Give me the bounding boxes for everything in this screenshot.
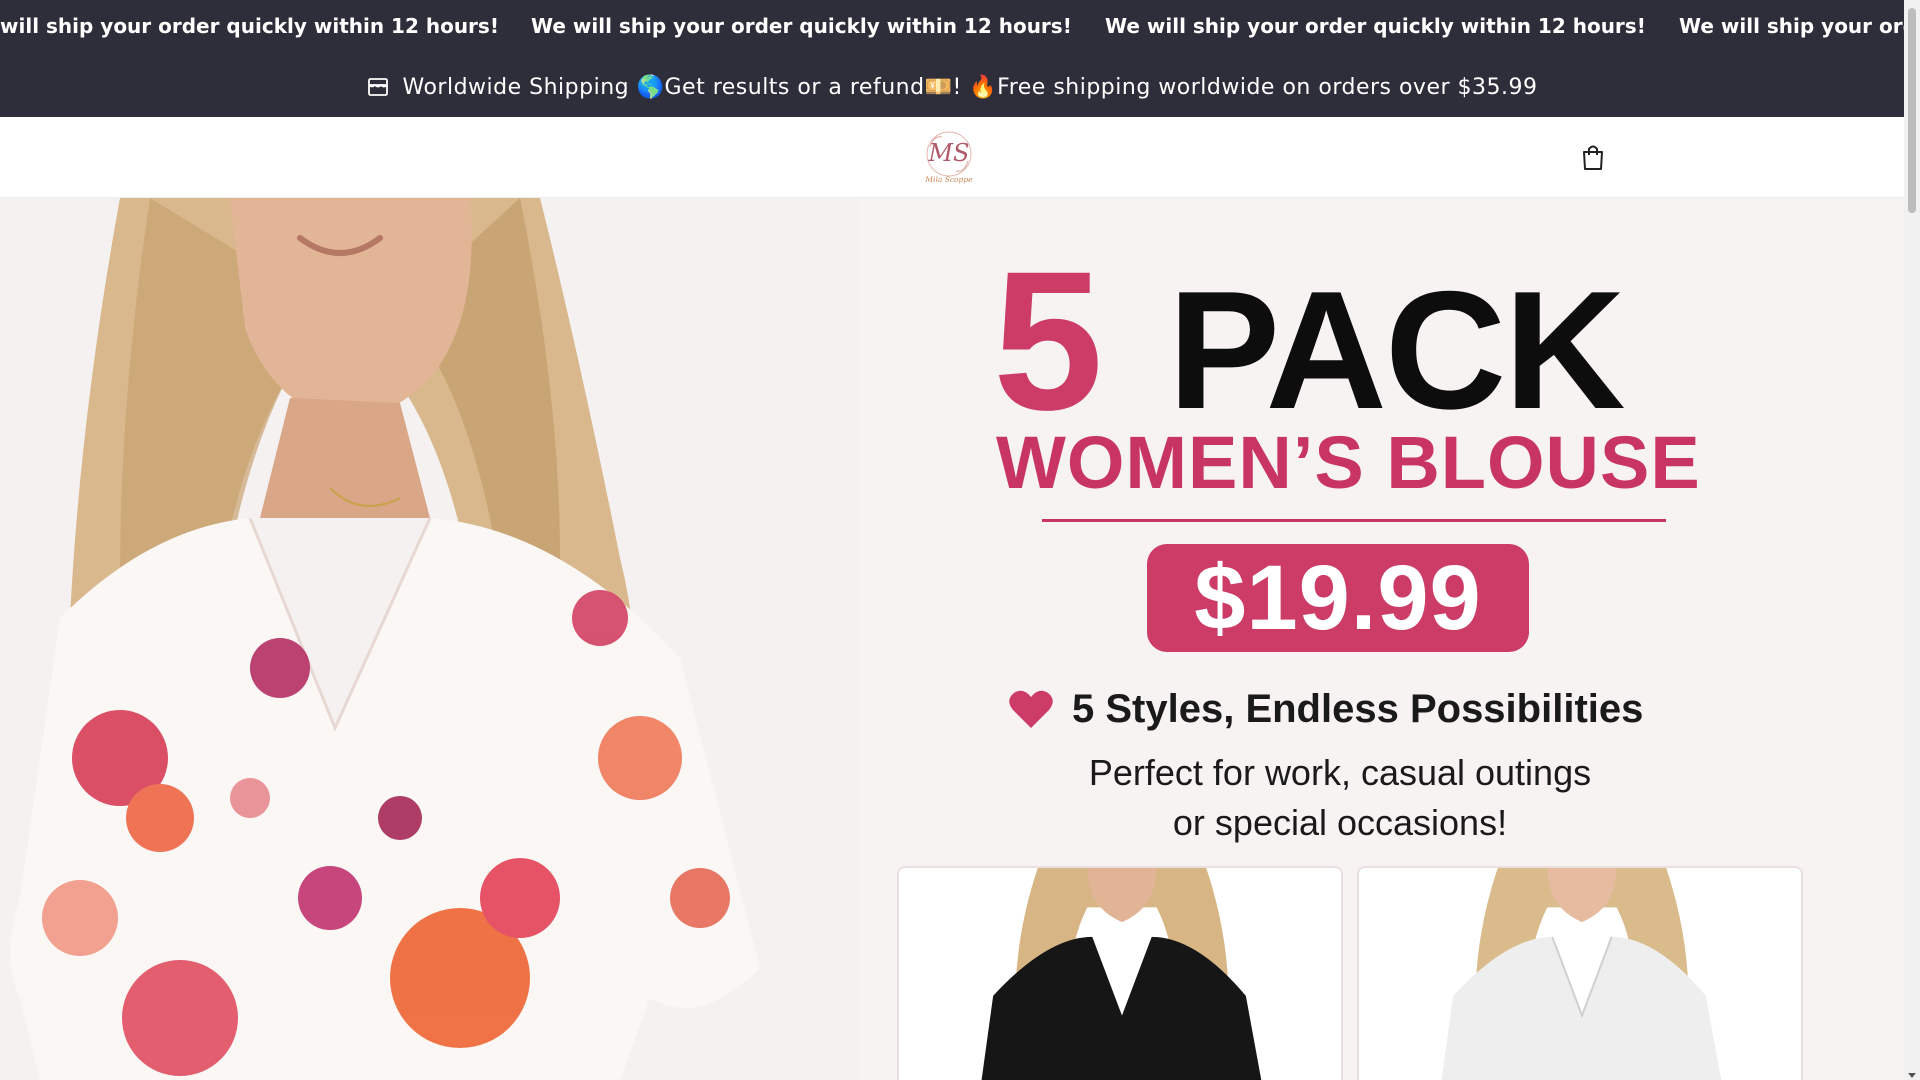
marquee-item: We will ship your order quickly within 1…	[1105, 14, 1646, 38]
brand-logo[interactable]: MS Mila Scoppe	[918, 127, 980, 187]
marquee-bar: will ship your order quickly within 12 h…	[0, 0, 1904, 57]
white-blouse-image	[1359, 868, 1801, 1080]
scrollbar-thumb[interactable]	[1908, 8, 1916, 213]
occasion-text: Perfect for work, casual outings or spec…	[1000, 748, 1680, 848]
marquee-item: We will ship your order quickly within 1…	[531, 14, 1072, 38]
shopping-bag-icon[interactable]	[1580, 143, 1606, 171]
hero-model-image	[0, 198, 860, 1080]
occasion-line-1: Perfect for work, casual outings	[1088, 752, 1592, 793]
announcement-text: Worldwide Shipping 🌎Get results or a ref…	[402, 74, 1538, 100]
product-thumbnail-black	[897, 866, 1343, 1080]
marquee-item: We will ship your order	[1679, 14, 1904, 38]
promo-pack-count: 5	[993, 230, 1103, 451]
occasion-line-2: or special occasions!	[1172, 802, 1508, 843]
logo-wordmark: Mila Scoppe	[924, 175, 973, 184]
store-icon	[368, 78, 389, 96]
styles-tagline: 5 Styles, Endless Possibilities	[1072, 686, 1644, 731]
page-scrollbar[interactable]	[1904, 0, 1920, 1080]
promo-pack-label: PACK	[1168, 256, 1626, 444]
site-header: MS Mila Scoppe	[0, 117, 1904, 198]
black-blouse-image	[899, 868, 1341, 1080]
styles-row: 5 Styles, Endless Possibilities	[1008, 684, 1643, 734]
price-badge: $19.99	[1147, 544, 1529, 652]
price-text: $19.99	[1194, 547, 1482, 649]
hero-banner[interactable]: 5 PACK WOMEN’S BLOUSE $19.99 5 Styles, E…	[0, 198, 1904, 1080]
promo-divider	[1042, 519, 1666, 522]
promo-subtitle: WOMEN’S BLOUSE	[996, 421, 1701, 504]
marquee-item: will ship your order quickly within 12 h…	[0, 14, 499, 38]
product-thumbnail-white	[1357, 866, 1803, 1080]
announcement-bar: Worldwide Shipping 🌎Get results or a ref…	[0, 57, 1904, 117]
scroll-down-arrow-icon[interactable]	[1908, 1073, 1916, 1078]
heart-icon	[1009, 690, 1053, 728]
logo-initials: MS	[927, 139, 969, 167]
